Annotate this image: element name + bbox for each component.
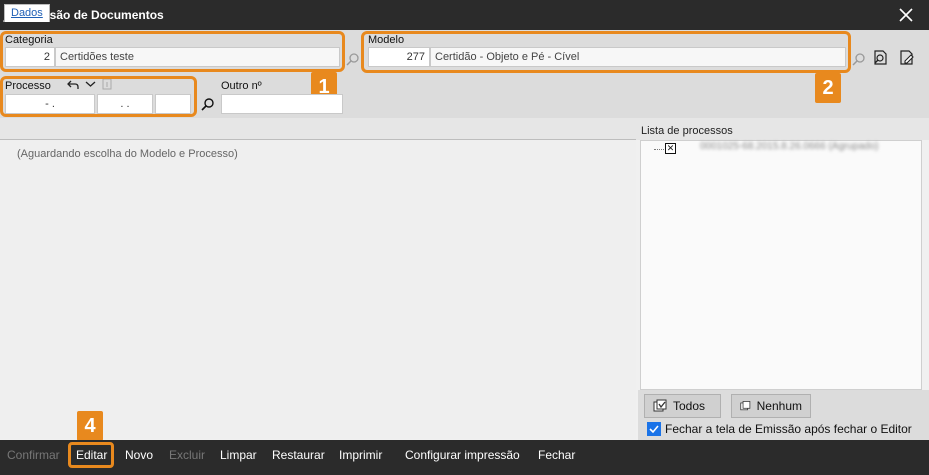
dados-placeholder: (Aguardando escolha do Modelo e Processo… <box>17 148 238 160</box>
model-edit-icon[interactable] <box>898 49 915 66</box>
novo-button[interactable]: Novo <box>125 440 153 475</box>
outro-label: Outro nº <box>221 80 262 92</box>
excluir-button[interactable]: Excluir <box>169 440 205 475</box>
tab-bar <box>0 118 638 140</box>
callout-box-1 <box>0 31 345 72</box>
nenhum-button[interactable]: Nenhum <box>731 394 811 418</box>
modelo-search-icon[interactable] <box>852 52 866 66</box>
configurar-impressao-button[interactable]: Configurar impressão <box>405 440 520 475</box>
fechar-checkbox-row[interactable]: Fechar a tela de Emissão após fechar o E… <box>647 422 912 436</box>
outro-field[interactable] <box>221 94 343 114</box>
close-icon[interactable] <box>897 6 915 24</box>
callout-box-2 <box>361 31 851 73</box>
imprimir-button[interactable]: Imprimir <box>339 440 382 475</box>
uncheck-all-icon <box>740 401 751 411</box>
fechar-checkbox[interactable] <box>647 422 661 436</box>
process-item-label[interactable]: 0001025-68.2015.8.26.0666 (Agrupado) <box>700 141 878 152</box>
limpar-button[interactable]: Limpar <box>220 440 257 475</box>
checkmark-icon <box>649 425 659 434</box>
callout-box-3 <box>0 76 197 117</box>
nenhum-label: Nenhum <box>756 399 802 413</box>
restaurar-button[interactable]: Restaurar <box>272 440 325 475</box>
lista-processos-title: Lista de processos <box>641 125 733 137</box>
processo-search-icon[interactable] <box>201 97 215 111</box>
model-preview-icon[interactable] <box>872 49 889 66</box>
confirmar-button[interactable]: Confirmar <box>7 440 60 475</box>
dados-panel <box>0 139 636 439</box>
callout-badge-4: 4 <box>77 411 103 441</box>
process-item-checkbox[interactable]: ✕ <box>665 143 676 154</box>
callout-box-4 <box>68 442 114 468</box>
title-bar: Emissão de Documentos <box>0 0 929 30</box>
todos-label: Todos <box>673 399 706 413</box>
todos-button[interactable]: Todos <box>644 394 721 418</box>
tab-dados[interactable]: Dados <box>4 4 50 22</box>
categoria-search-icon[interactable] <box>346 52 360 66</box>
process-list <box>640 140 922 390</box>
check-all-icon <box>653 399 667 412</box>
callout-badge-2: 2 <box>815 73 841 103</box>
fechar-checkbox-label: Fechar a tela de Emissão após fechar o E… <box>665 422 912 436</box>
fechar-button[interactable]: Fechar <box>538 440 575 475</box>
